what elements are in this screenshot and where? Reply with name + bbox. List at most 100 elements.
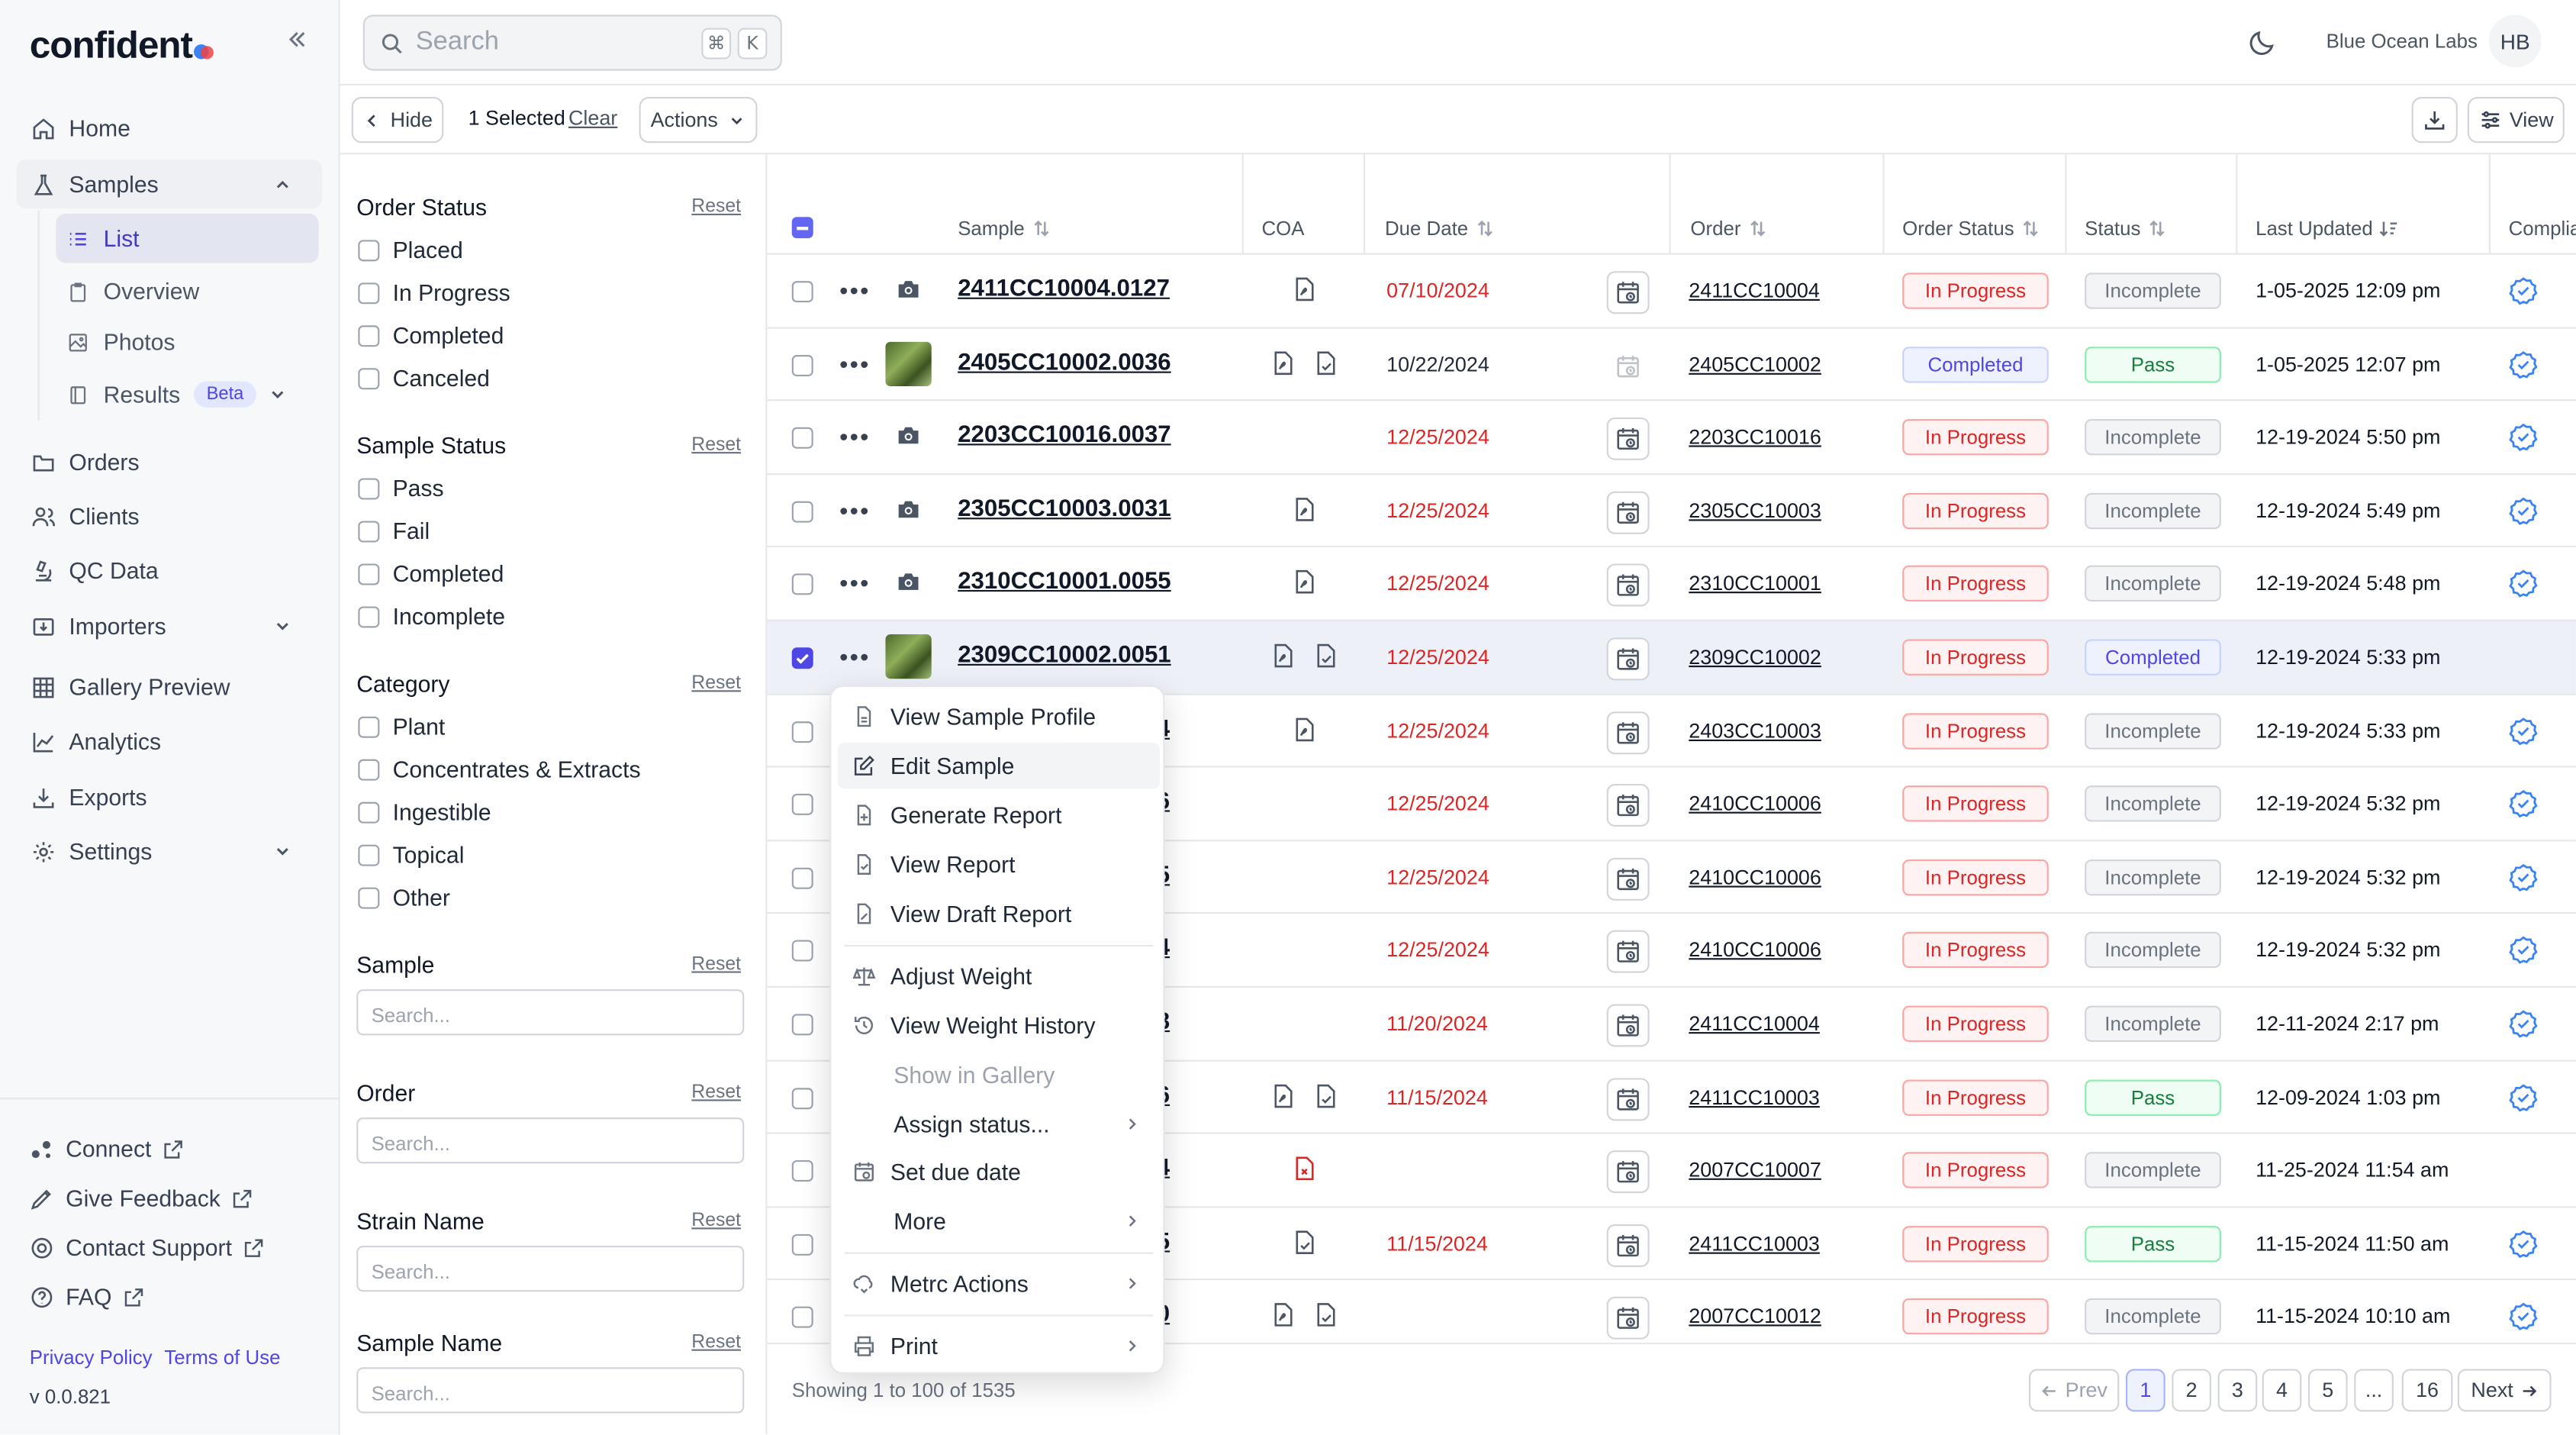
filter-completed[interactable]: Completed [358, 322, 504, 348]
filter-fail[interactable]: Fail [358, 518, 430, 544]
strain-search-input[interactable]: Search... [356, 1245, 745, 1292]
checkbox[interactable] [358, 758, 380, 780]
pdf-document-icon[interactable] [1271, 1082, 1296, 1108]
nav-orders[interactable]: Orders [17, 437, 322, 487]
set-due-date-button[interactable] [1606, 1150, 1650, 1194]
filter-status-completed[interactable]: Completed [358, 560, 504, 587]
nav-photos[interactable]: Photos [56, 318, 318, 367]
row-checkbox[interactable] [791, 1160, 813, 1182]
row-checkbox[interactable] [791, 427, 813, 450]
sample-search-input[interactable]: Search... [356, 989, 745, 1036]
checkbox[interactable] [358, 605, 380, 627]
menu-view-weight-history[interactable]: View Weight History [838, 1002, 1160, 1048]
checkbox[interactable] [358, 520, 380, 542]
set-due-date-button[interactable] [1606, 930, 1650, 974]
collapse-sidebar-icon[interactable] [284, 26, 310, 52]
order-link[interactable]: 2007CC10007 [1689, 1159, 1821, 1182]
avatar[interactable]: HB [2488, 15, 2542, 68]
filter-incomplete[interactable]: Incomplete [358, 603, 505, 630]
order-link[interactable]: 2410CC10006 [1689, 792, 1821, 815]
row-actions-button[interactable]: ••• [839, 278, 870, 306]
order-link[interactable]: 2410CC10006 [1689, 939, 1821, 962]
col-order-status[interactable]: Order Status [1902, 217, 2040, 240]
nav-gallery-preview[interactable]: Gallery Preview [17, 663, 322, 712]
menu-view-draft-report[interactable]: View Draft Report [838, 891, 1160, 937]
nav-analytics[interactable]: Analytics [17, 717, 322, 766]
checkbox[interactable] [358, 282, 380, 304]
menu-set-due-date[interactable]: Set due date [838, 1149, 1160, 1195]
sample-thumbnail[interactable] [885, 340, 932, 386]
nav-qc-data[interactable]: QC Data [17, 546, 322, 595]
pdf-document-icon[interactable] [1293, 569, 1317, 595]
page-button[interactable]: 1 [2125, 1369, 2165, 1412]
reset-order-status[interactable]: Reset [691, 197, 741, 217]
checkbox[interactable] [358, 367, 380, 389]
table-row[interactable]: ••• 2305CC10003.0031 12/25/2024 2305CC10003… [767, 472, 2576, 547]
nav-results[interactable]: Results Beta [56, 369, 318, 419]
row-checkbox[interactable] [791, 501, 813, 523]
filter-other[interactable]: Other [358, 884, 450, 911]
compliance-check-icon[interactable] [2509, 1229, 2539, 1259]
menu-generate-report[interactable]: Generate Report [838, 792, 1160, 838]
pdf-document-icon[interactable] [1271, 350, 1296, 376]
nav-samples[interactable]: Samples [16, 159, 322, 209]
compliance-check-icon[interactable] [2509, 1082, 2539, 1112]
nav-overview[interactable]: Overview [56, 266, 318, 316]
org-name[interactable]: Blue Ocean Labs [2326, 30, 2478, 53]
compliance-check-icon[interactable] [2509, 276, 2539, 306]
order-link[interactable]: 2411CC10003 [1689, 1232, 1820, 1255]
row-checkbox[interactable] [791, 940, 813, 963]
row-checkbox[interactable] [791, 574, 813, 596]
menu-more[interactable]: More [838, 1198, 1160, 1244]
actions-dropdown[interactable]: Actions [639, 97, 758, 144]
order-link[interactable]: 2410CC10006 [1689, 866, 1821, 888]
pdf-document-icon[interactable] [1271, 643, 1296, 669]
sample-id-link[interactable]: 2203CC10016.0037 [958, 423, 1170, 449]
compliance-check-icon[interactable] [2509, 350, 2539, 379]
prev-page-button[interactable]: Prev [2028, 1369, 2120, 1412]
checkbox[interactable] [358, 563, 380, 585]
checkbox[interactable] [358, 843, 380, 866]
filter-concentrates[interactable]: Concentrates & Extracts [358, 756, 641, 782]
dark-mode-toggle[interactable] [2247, 28, 2277, 58]
row-checkbox[interactable] [791, 1087, 813, 1109]
row-checkbox[interactable] [791, 1233, 813, 1256]
order-link[interactable]: 2405CC10002 [1689, 353, 1821, 376]
camera-icon[interactable] [897, 279, 920, 299]
compliance-check-icon[interactable] [2509, 789, 2539, 819]
row-checkbox[interactable] [791, 867, 813, 889]
page-button[interactable]: 4 [2262, 1369, 2302, 1412]
order-link[interactable]: 2007CC10012 [1689, 1305, 1821, 1328]
set-due-date-button[interactable] [1606, 711, 1650, 754]
reset-sample[interactable]: Reset [691, 955, 741, 975]
table-row[interactable]: ••• 2309CC10002.0051 12/25/2024 2309CC10002… [767, 619, 2576, 694]
checkbox[interactable] [358, 886, 380, 908]
contact-support-link[interactable]: Contact Support [30, 1234, 265, 1260]
set-due-date-button[interactable] [1606, 491, 1650, 534]
order-link[interactable]: 2305CC10003 [1689, 499, 1821, 522]
select-all-checkbox[interactable] [791, 217, 813, 239]
pdf-document-icon[interactable] [1293, 716, 1317, 742]
camera-icon[interactable] [897, 572, 920, 592]
download-button[interactable] [2411, 97, 2458, 144]
filter-canceled[interactable]: Canceled [358, 365, 490, 391]
approved-document-icon[interactable] [1314, 643, 1338, 669]
sample-name-search-input[interactable]: Search... [356, 1367, 745, 1414]
order-link[interactable]: 2411CC10003 [1689, 1085, 1820, 1108]
approved-document-icon[interactable] [1314, 350, 1338, 376]
row-actions-button[interactable]: ••• [839, 424, 870, 453]
pdf-document-icon[interactable] [1271, 1302, 1296, 1328]
reset-order[interactable]: Reset [691, 1083, 741, 1103]
error-document-icon[interactable] [1293, 1156, 1317, 1182]
approved-document-icon[interactable] [1314, 1302, 1338, 1328]
table-row[interactable]: ••• 2411CC10004.0127 07/10/2024 2411CC10004… [767, 253, 2576, 327]
sample-id-link[interactable]: 2405CC10002.0036 [958, 350, 1170, 376]
next-page-button[interactable]: Next [2457, 1369, 2552, 1412]
sample-id-link[interactable]: 2305CC10003.0031 [958, 496, 1170, 522]
checkbox[interactable] [358, 324, 380, 347]
table-row[interactable]: ••• 2203CC10016.0037 12/25/2024 2203CC10016… [767, 399, 2576, 474]
row-actions-button[interactable]: ••• [839, 351, 870, 379]
reset-category[interactable]: Reset [691, 674, 741, 694]
compliance-check-icon[interactable] [2509, 716, 2539, 746]
col-status[interactable]: Status [2085, 217, 2167, 240]
